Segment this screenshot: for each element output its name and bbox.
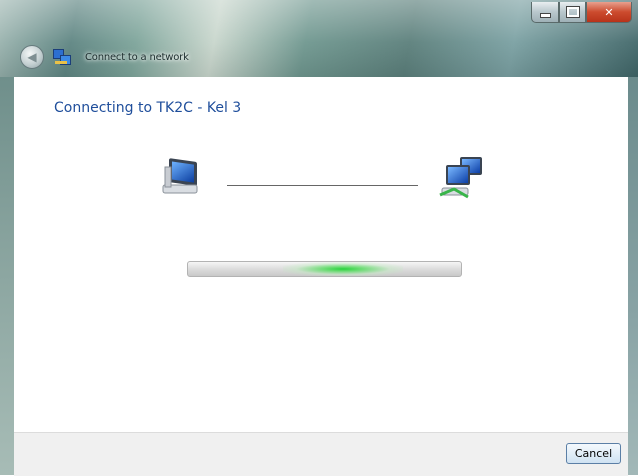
- maximize-icon: [565, 6, 580, 18]
- button-bar: Cancel: [14, 432, 628, 476]
- caption-buttons: ✕: [531, 2, 632, 23]
- page-title: Connecting to TK2C - Kel 3: [54, 100, 242, 116]
- window-title: Connect to a network: [85, 51, 189, 63]
- navigation-row: ◀ Connect to a network: [20, 44, 189, 70]
- minimize-button[interactable]: [531, 2, 559, 23]
- back-arrow-icon: ◀: [27, 50, 37, 64]
- progress-glow: [283, 262, 403, 276]
- network-computers-icon: [438, 155, 486, 201]
- maximize-button[interactable]: [559, 2, 586, 23]
- connection-line: [227, 185, 418, 186]
- window-border-right: [628, 77, 638, 475]
- network-icon: [53, 49, 71, 65]
- close-icon: ✕: [604, 5, 614, 19]
- close-button[interactable]: ✕: [586, 2, 632, 23]
- computer-icon: [161, 155, 205, 199]
- cancel-button[interactable]: Cancel: [566, 443, 621, 464]
- progress-bar: [187, 261, 462, 277]
- minimize-icon: [539, 13, 551, 18]
- window-border-left: [0, 77, 14, 475]
- back-button[interactable]: ◀: [20, 45, 44, 69]
- dialog-content: Connecting to TK2C - Kel 3: [14, 77, 628, 432]
